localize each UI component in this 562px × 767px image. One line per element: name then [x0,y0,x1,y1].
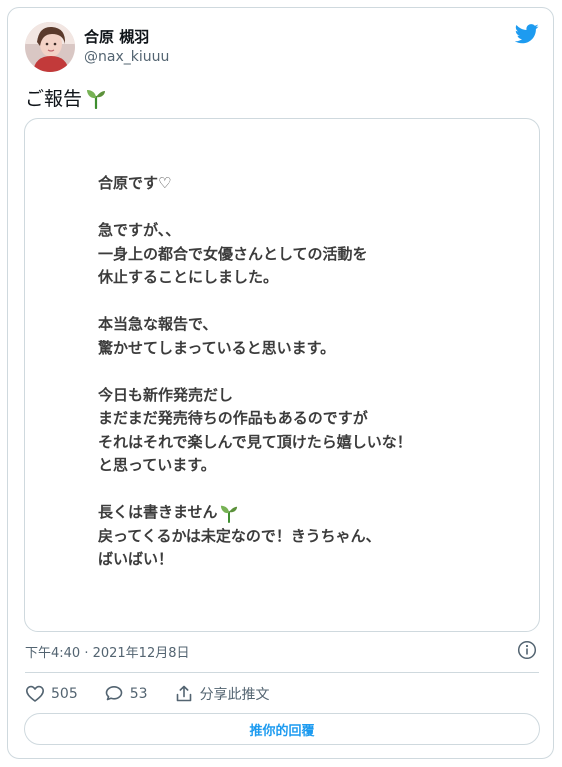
info-icon[interactable] [517,640,537,660]
image-line-blank [98,196,412,220]
divider [25,672,539,673]
tweet-text: ご報告 [25,84,106,111]
tweet-image[interactable]: 合原です♡ 急ですが、、 一身上の都合で女優さんとしての活動を 休止することにし… [24,118,540,632]
author-display-name[interactable]: 合原 槻羽 [84,26,149,47]
image-line: 驚かせてしまっていると思います。 [98,338,336,357]
image-line-blank [98,290,412,314]
seedling-icon [220,505,237,523]
action-bar: 505 53 分享此推文 [25,683,296,705]
twitter-bird-icon[interactable] [515,24,539,44]
image-line: 合原です♡ [98,174,172,192]
image-line: 戻ってくるかは未定なので！きうちゃん、 [98,526,381,545]
image-line: ばいばい！ [98,550,174,568]
heart-icon [26,685,44,702]
reply-count-button[interactable]: 53 [104,684,148,704]
author-handle[interactable]: @nax_kiuuu [84,49,169,65]
image-line-with-icon: 長くは書きません [98,501,412,525]
image-line: 一身上の都合で女優さんとしての活動を [98,244,368,263]
speech-bubble-icon [105,686,123,701]
tweet-card: 合原 槻羽 @nax_kiuuu ご報告 合原です♡ 急ですが、、 一身上の都合… [7,7,554,759]
image-line: 長くは書きません [98,503,218,521]
seedling-icon [87,89,106,109]
image-line-blank [98,360,412,384]
like-button[interactable]: 505 [25,684,78,704]
image-line: まだまだ発売待ちの作品もあるのですが [98,409,368,427]
share-label: 分享此推文 [199,687,270,703]
like-count: 505 [51,686,78,702]
image-line: それはそれで楽しんで見て頂けたら嬉しいな！ [98,432,412,451]
share-icon [176,685,191,702]
avatar[interactable] [25,22,75,72]
image-line: 今日も新作発売だし [98,385,234,404]
reply-button[interactable]: 推你的回覆 [24,713,540,745]
tweet-timestamp[interactable]: 下午4:40 · 2021年12月8日 [25,642,190,661]
share-button[interactable]: 分享此推文 [174,684,270,704]
image-text: 合原です♡ 急ですが、、 一身上の都合で女優さんとしての活動を 休止することにし… [98,172,412,572]
image-line: と思っています。 [98,456,216,474]
tweet-text-content: ご報告 [25,88,83,110]
reply-count: 53 [129,686,148,702]
image-line-blank [98,478,412,502]
image-line: 休止することにしました。 [98,268,279,286]
image-line: 急ですが、、 [98,221,181,239]
image-line: 本当急な報告で、 [98,315,218,333]
